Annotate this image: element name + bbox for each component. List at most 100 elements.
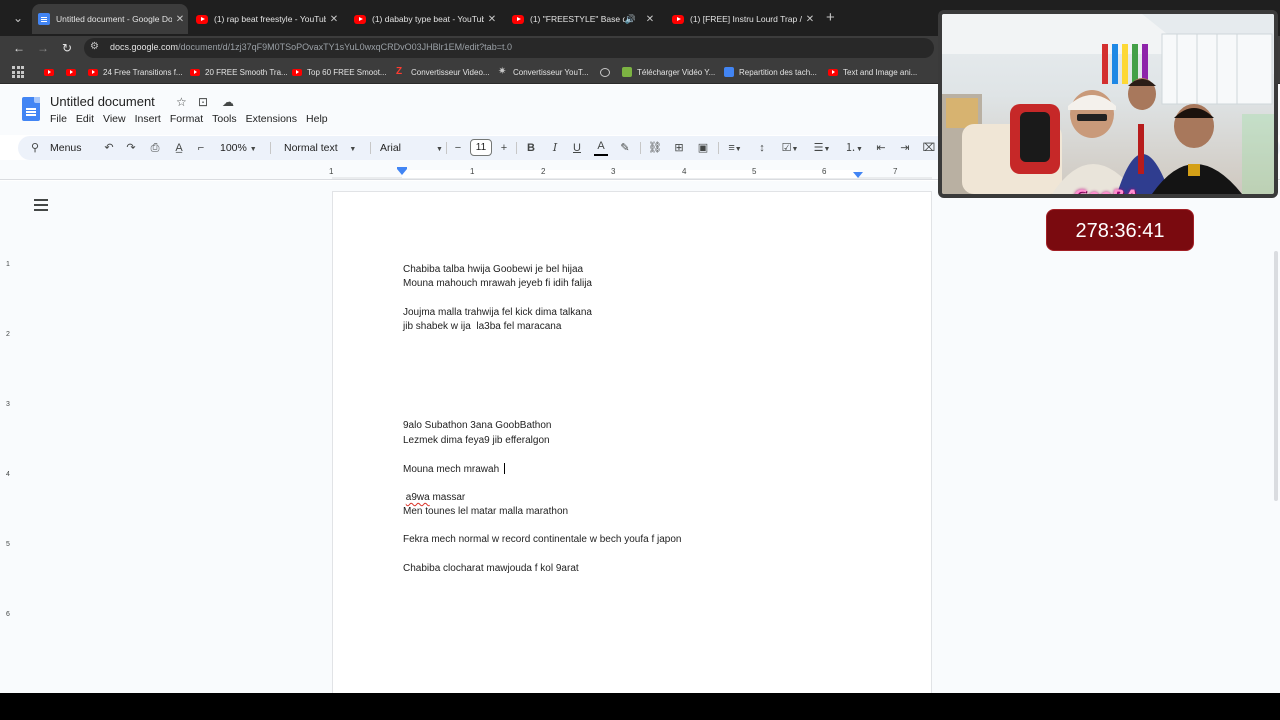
menu-view[interactable]: View	[103, 113, 126, 125]
back-arrow-icon[interactable]: ←	[10, 39, 28, 57]
address-bar[interactable]: ⚙ docs.google.com/document/d/1zj37qF9M0T…	[84, 38, 934, 58]
redo-icon[interactable]: ↷	[124, 140, 138, 156]
bookmark-youtube-2[interactable]	[66, 65, 81, 79]
tab-youtube-3[interactable]: (1) "FREESTYLE" Base de rap 🔊 ✕	[506, 6, 658, 32]
ruler-number: 4	[6, 471, 10, 478]
google-docs-icon	[38, 13, 50, 25]
menu-tools[interactable]: Tools	[212, 113, 237, 125]
cloud-saved-icon[interactable]: ☁	[222, 95, 234, 109]
add-comment-icon[interactable]: ⊞	[672, 140, 686, 156]
ruler-number: 6	[822, 167, 827, 176]
ruler-number: 1	[329, 167, 334, 176]
bulleted-list-icon[interactable]: ☰▼	[810, 140, 834, 156]
bookmark-top-60[interactable]: Top 60 FREE Smoot...	[292, 65, 387, 79]
close-icon[interactable]: ✕	[642, 14, 658, 25]
tab-youtube-2[interactable]: (1) dababy type beat - YouTube ✕	[348, 6, 500, 32]
align-icon[interactable]: ≡▼	[724, 140, 746, 156]
site-info-icon[interactable]: ⚙	[90, 41, 99, 52]
close-icon[interactable]: ✕	[802, 14, 818, 25]
link-icon[interactable]: ⛓	[648, 140, 662, 156]
new-tab-icon[interactable]: +	[826, 9, 835, 27]
document-canvas: 1 2 3 4 5 6 Chabiba talba hwija Goobewi …	[0, 181, 1280, 711]
reload-icon[interactable]: ↻	[58, 39, 76, 57]
divider	[516, 142, 517, 154]
decrease-indent-icon[interactable]: ⇤	[874, 140, 888, 156]
tab-youtube-4[interactable]: (1) [FREE] Instru Lourd Trap / In ✕	[666, 6, 818, 32]
speaker-icon[interactable]: 🔊	[625, 14, 636, 25]
url-text: docs.google.com/document/d/1zj37qF9M0TSo…	[110, 42, 512, 52]
bookmark-convertisseur-video[interactable]: Z Convertisseur Video...	[396, 65, 490, 79]
paint-format-icon[interactable]: ⌐	[194, 140, 208, 156]
line-spacing-icon[interactable]: ↕	[754, 140, 770, 156]
subathon-timer: 278:36:41	[1046, 209, 1194, 251]
increase-font-size-icon[interactable]: +	[498, 140, 510, 156]
first-line-indent-marker	[397, 167, 407, 169]
search-menus-label[interactable]: Menus	[50, 140, 82, 156]
insert-image-icon[interactable]: ▣	[696, 140, 710, 156]
highlight-icon[interactable]: ✎	[618, 140, 632, 156]
divider	[718, 142, 719, 154]
star-icon[interactable]: ☆	[176, 95, 187, 109]
font-size-input[interactable]: 11	[470, 139, 492, 156]
paragraph-style-select[interactable]: Normal text ▼	[284, 140, 356, 156]
misspelled-word[interactable]: a9wa	[406, 492, 430, 503]
bookmark-youtube[interactable]	[44, 65, 59, 79]
menu-edit[interactable]: Edit	[76, 113, 94, 125]
menu-file[interactable]: File	[50, 113, 67, 125]
print-icon[interactable]: ⎙	[148, 140, 162, 156]
search-icon[interactable]: ⚲	[28, 140, 42, 156]
ruler-number: 7	[893, 167, 898, 176]
move-folder-icon[interactable]: ⊡	[198, 95, 208, 109]
close-icon[interactable]: ✕	[172, 14, 188, 25]
tab-youtube-1[interactable]: (1) rap beat freestyle - YouTube ✕	[190, 6, 342, 32]
bookmark-text-image[interactable]: Text and Image ani...	[828, 65, 917, 79]
webcam-scene	[942, 14, 1274, 194]
forward-arrow-icon[interactable]: →	[34, 39, 52, 57]
vertical-scrollbar[interactable]	[1272, 181, 1280, 693]
bookmark-repartition[interactable]: Repartition des tach...	[724, 65, 817, 79]
ruler-number: 5	[6, 541, 10, 548]
checklist-icon[interactable]: ☑▼	[778, 140, 802, 156]
bold-icon[interactable]: B	[524, 140, 538, 156]
text-cursor	[503, 463, 505, 474]
numbered-list-icon[interactable]: ⒈▼	[842, 140, 866, 156]
decrease-font-size-icon[interactable]: −	[452, 140, 464, 156]
text-line-with-cursor: Mouna mech mrawah	[403, 463, 505, 475]
google-docs-logo-icon[interactable]	[22, 97, 40, 121]
document-page[interactable]: Chabiba talba hwija Goobewi je bel hijaa…	[332, 191, 932, 711]
underline-icon[interactable]: U	[570, 140, 584, 156]
bookmark-telecharger[interactable]: Télécharger Vidéo Y...	[622, 65, 715, 79]
bookmark-smooth-transitions[interactable]: 20 FREE Smooth Tra...	[190, 65, 288, 79]
zoom-select[interactable]: 100% ▼	[220, 140, 257, 156]
bookmark-transitions[interactable]: 24 Free Transitions f...	[88, 65, 183, 79]
tab-title: (1) [FREE] Instru Lourd Trap / In	[690, 14, 802, 24]
apps-grid-icon[interactable]	[12, 66, 24, 78]
chevron-down-icon: ▼	[249, 146, 257, 153]
ruler-number: 4	[682, 167, 687, 176]
tab-title: (1) dababy type beat - YouTube	[372, 14, 484, 24]
close-icon[interactable]: ✕	[326, 14, 342, 25]
menu-format[interactable]: Format	[170, 113, 203, 125]
clear-formatting-icon[interactable]: ⌧	[922, 140, 936, 156]
menu-extensions[interactable]: Extensions	[246, 113, 297, 125]
increase-indent-icon[interactable]: ⇥	[898, 140, 912, 156]
vertical-ruler[interactable]: 1 2 3 4 5 6	[4, 181, 16, 693]
tab-google-docs[interactable]: Untitled document - Google Do ✕	[32, 4, 188, 34]
document-outline-icon[interactable]	[34, 199, 48, 211]
menu-insert[interactable]: Insert	[135, 113, 161, 125]
bookmark-globe[interactable]	[600, 65, 615, 79]
bookmark-convertisseur-youtube[interactable]: ✷ Convertisseur YouT...	[498, 65, 589, 79]
scrollbar-thumb[interactable]	[1274, 251, 1278, 501]
tab-title: (1) rap beat freestyle - YouTube	[214, 14, 326, 24]
italic-icon[interactable]: I	[548, 140, 562, 156]
document-title[interactable]: Untitled document	[50, 94, 155, 109]
font-family-select[interactable]: Arial ▼	[380, 140, 443, 156]
close-icon[interactable]: ✕	[484, 14, 500, 25]
text-line: jib shabek w ija la3ba fel maracana	[403, 321, 562, 332]
undo-icon[interactable]: ↶	[102, 140, 116, 156]
tab-search-icon[interactable]: ⌄	[8, 8, 28, 28]
text-color-icon[interactable]: A	[594, 140, 608, 156]
youtube-icon	[354, 14, 366, 24]
spellcheck-icon[interactable]: A̲	[172, 140, 186, 156]
menu-help[interactable]: Help	[306, 113, 328, 125]
